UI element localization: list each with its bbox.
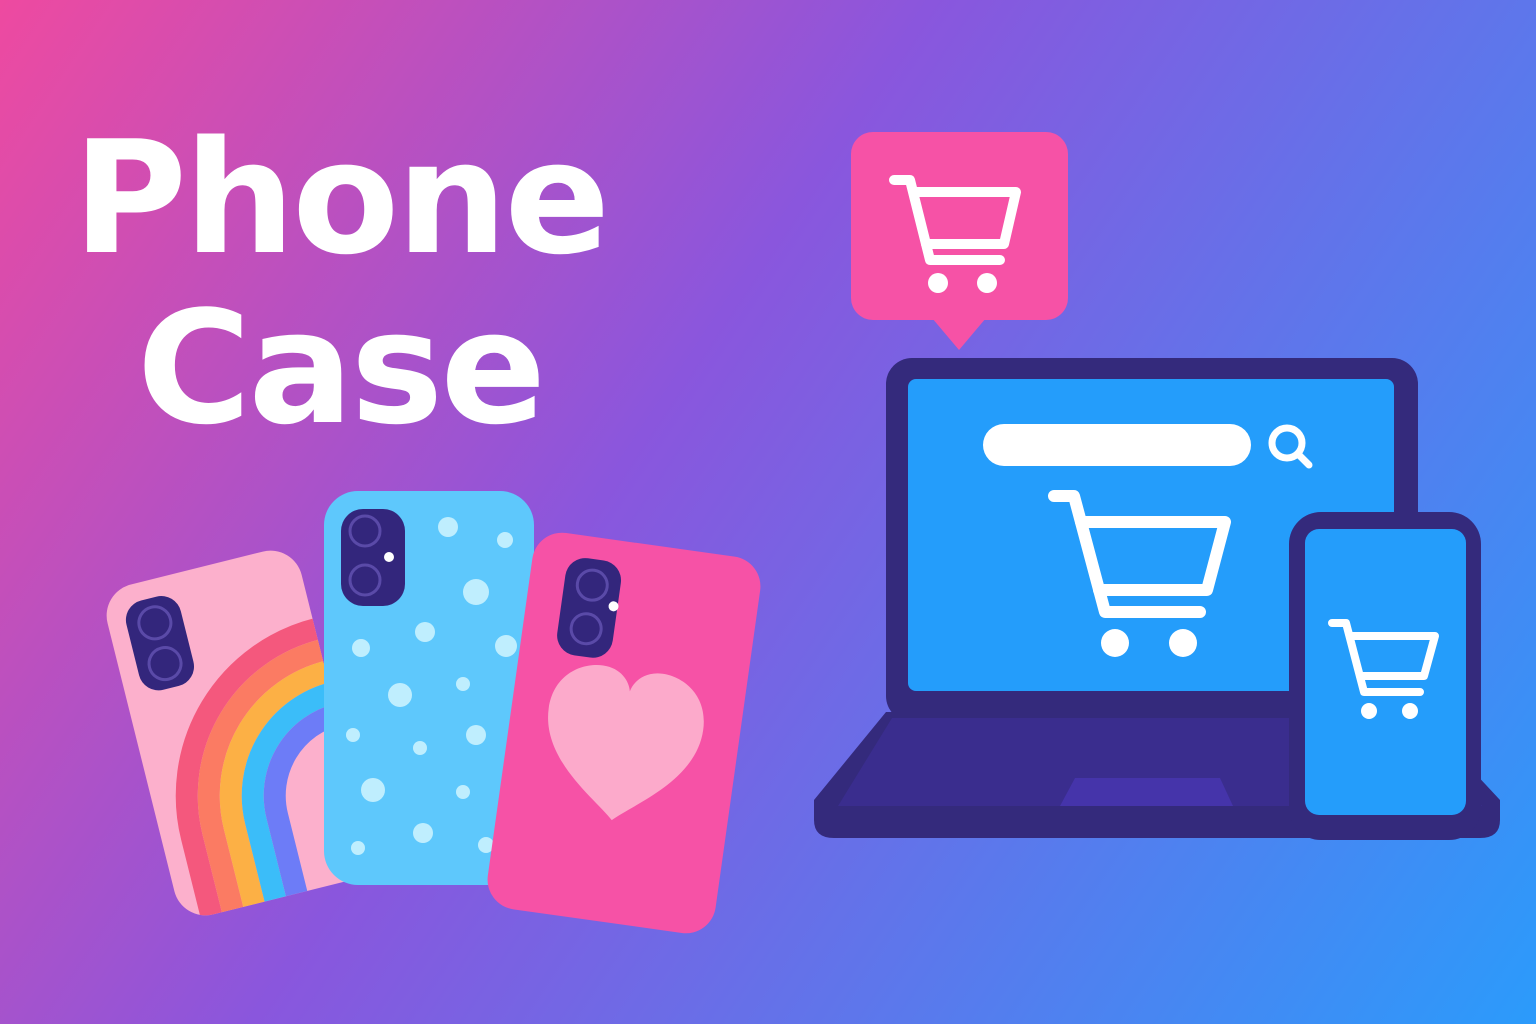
cart-notification-bubble xyxy=(851,132,1068,350)
smartphone xyxy=(1289,512,1481,840)
illustration xyxy=(106,132,1500,934)
search-bar[interactable] xyxy=(983,424,1251,466)
